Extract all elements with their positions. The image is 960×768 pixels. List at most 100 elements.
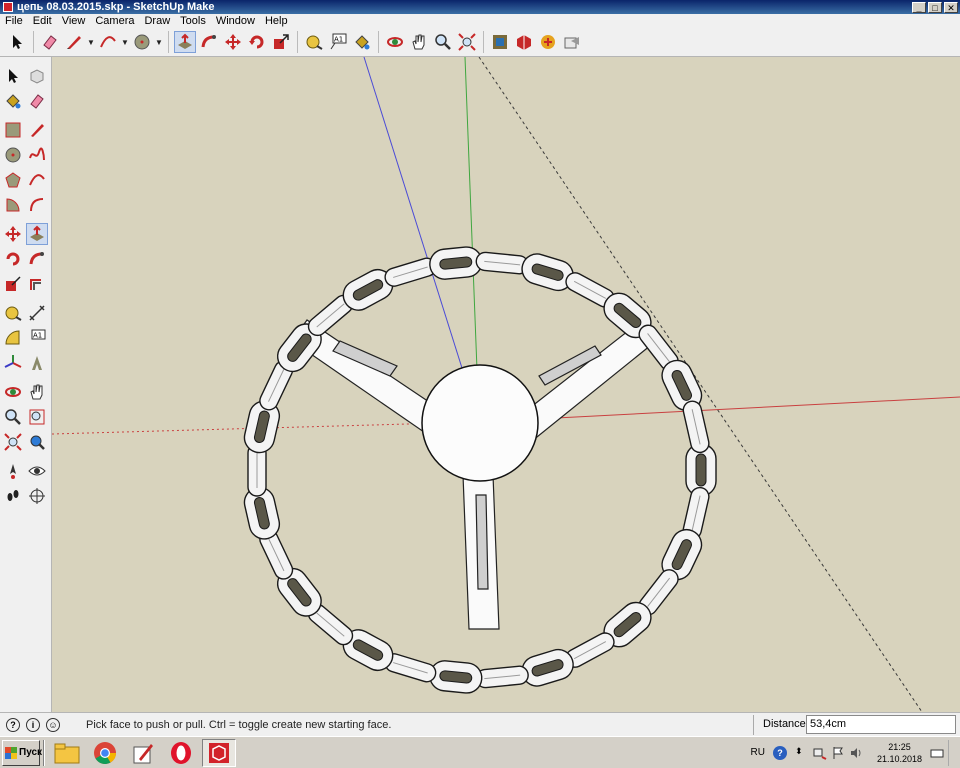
tape-icon (5, 306, 22, 321)
help-tray-icon[interactable]: ? (772, 745, 787, 760)
toolbar-separator (378, 31, 379, 53)
text-tool[interactable]: A1 (327, 31, 349, 53)
side-polygon-tool[interactable] (2, 169, 24, 191)
select-tool[interactable] (6, 31, 28, 53)
side-rotate-tool[interactable] (2, 248, 24, 270)
warehouse-button[interactable] (489, 31, 511, 53)
orbit-tool[interactable] (384, 31, 406, 53)
pencil-tool[interactable] (63, 31, 85, 53)
menu-camera[interactable]: Camera (90, 15, 139, 27)
side-section-plane-tool[interactable] (26, 485, 48, 507)
user-account-icon[interactable]: ☺ (46, 717, 60, 732)
side-follow-me-tool[interactable] (26, 248, 48, 270)
tray-arrow-icon[interactable]: ⬍ (795, 746, 809, 760)
show-desktop-button[interactable] (948, 739, 958, 766)
side-previous-view-tool[interactable] (26, 431, 48, 453)
taskbar-opera[interactable] (164, 739, 198, 767)
taskbar-sketchup[interactable] (202, 738, 236, 767)
send-to-layout-button[interactable] (561, 31, 583, 53)
side-freehand-tool[interactable] (26, 144, 48, 166)
taskbar-explorer[interactable] (50, 739, 84, 767)
menu-bar: File Edit View Camera Draw Tools Window … (0, 14, 960, 28)
polygon-icon (5, 172, 21, 188)
side-line-tool[interactable] (26, 119, 48, 141)
side-zoom-extents-tool[interactable] (2, 431, 24, 453)
side-3d-text-tool[interactable] (26, 352, 48, 374)
side-circle-tool[interactable] (2, 144, 24, 166)
menu-tools[interactable]: Tools (175, 15, 211, 27)
side-select-tool[interactable] (2, 65, 24, 87)
side-walk-tool[interactable] (2, 485, 24, 507)
side-push-pull-tool[interactable] (26, 223, 48, 245)
menu-draw[interactable]: Draw (139, 15, 175, 27)
zoom-tool[interactable] (432, 31, 454, 53)
menu-help[interactable]: Help (260, 15, 293, 27)
side-make-component-tool[interactable] (26, 65, 48, 87)
side-look-around-tool[interactable] (26, 460, 48, 482)
language-indicator[interactable]: RU (751, 747, 765, 758)
side-eraser-tool[interactable] (26, 90, 48, 112)
side-position-camera-tool[interactable] (2, 460, 24, 482)
side-scale-tool[interactable] (2, 273, 24, 295)
modeling-viewport[interactable] (52, 57, 960, 712)
eye-icon (28, 466, 46, 476)
side-protractor-tool[interactable] (2, 327, 24, 349)
geo-location-icon[interactable]: ? (6, 717, 20, 732)
volume-icon[interactable] (849, 746, 863, 760)
scene-canvas[interactable] (52, 57, 960, 712)
menu-file[interactable]: File (0, 15, 28, 27)
side-move-tool[interactable] (2, 223, 24, 245)
taskbar-chrome[interactable] (88, 739, 122, 767)
maximize-button[interactable]: □ (928, 1, 942, 13)
measurements-input[interactable]: 53,4cm (806, 715, 956, 734)
circle-tool[interactable] (131, 31, 153, 53)
side-zoom-window-tool[interactable] (26, 406, 48, 428)
credits-icon[interactable]: i (26, 717, 40, 732)
scale-tool[interactable] (270, 31, 292, 53)
rotate-tool[interactable] (246, 31, 268, 53)
side-paint-bucket-tool[interactable] (2, 90, 24, 112)
wheel-hub[interactable] (421, 364, 539, 482)
side-dimension-tool[interactable] (26, 302, 48, 324)
zoom-extents-tool[interactable] (456, 31, 478, 53)
side-orbit-tool[interactable] (2, 381, 24, 403)
extension-warehouse-button[interactable] (513, 31, 535, 53)
side-rectangle-tool[interactable] (2, 119, 24, 141)
side-offset-tool[interactable] (26, 273, 48, 295)
share-model-button[interactable] (537, 31, 559, 53)
side-axes-tool[interactable] (2, 352, 24, 374)
menu-window[interactable]: Window (211, 15, 260, 27)
move-tool[interactable] (222, 31, 244, 53)
action-center-flag-icon[interactable] (831, 746, 845, 760)
close-button[interactable]: ✕ (944, 1, 958, 13)
side-pie-tool[interactable] (2, 194, 24, 216)
pencil-dropdown-caret[interactable]: ▼ (87, 31, 95, 53)
chain-link (475, 251, 529, 275)
side-arc-tool[interactable] (26, 169, 48, 191)
eraser-tool[interactable] (39, 31, 61, 53)
taskbar-editor[interactable] (126, 739, 160, 767)
zoom-extents-icon (458, 33, 476, 51)
arc-dropdown-caret[interactable]: ▼ (121, 31, 129, 53)
tape-measure-tool[interactable] (303, 31, 325, 53)
side-three-point-arc-tool[interactable] (26, 194, 48, 216)
side-tape-measure-tool[interactable] (2, 302, 24, 324)
paint-bucket-tool[interactable] (351, 31, 373, 53)
network-icon[interactable] (813, 746, 827, 760)
menu-edit[interactable]: Edit (28, 15, 57, 27)
side-pan-tool[interactable] (26, 381, 48, 403)
side-text-tool-glyph: A1 (33, 332, 42, 340)
keyboard-icon[interactable] (930, 746, 944, 760)
minimize-button[interactable]: _ (912, 1, 926, 13)
pan-tool[interactable] (408, 31, 430, 53)
arc-tool[interactable] (97, 31, 119, 53)
push-pull-tool[interactable] (174, 31, 196, 53)
start-button[interactable]: Пуск (2, 739, 42, 766)
follow-me-tool[interactable] (198, 31, 220, 53)
menu-view[interactable]: View (57, 15, 91, 27)
side-text-tool[interactable]: A1 (26, 327, 48, 349)
clock[interactable]: 21:25 21.10.2018 (877, 741, 922, 765)
side-zoom-tool[interactable] (2, 406, 24, 428)
circle-dropdown-caret[interactable]: ▼ (155, 31, 163, 53)
chain-link (521, 648, 574, 687)
